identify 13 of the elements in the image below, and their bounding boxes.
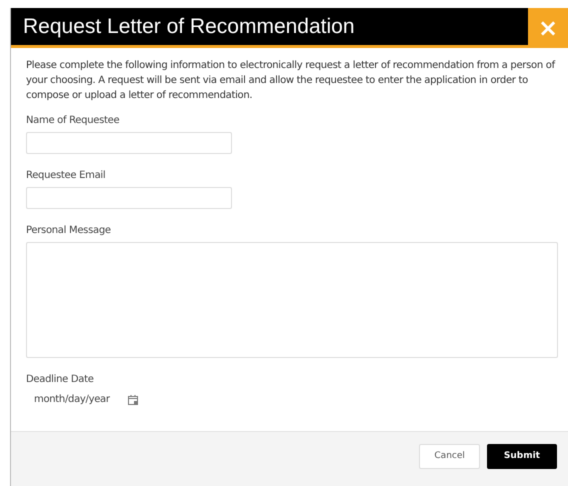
intro-paragraph: Please complete the following information to electronically request a letter of recommendation from a person of your choosing. A request will be sent via email and allow the requestee to enter the application in order to compose or upload a letter of recommendation. bbox=[26, 59, 556, 103]
text-field[interactable] bbox=[26, 132, 232, 154]
field-label: Requestee Email bbox=[26, 170, 106, 181]
cancel-button[interactable]: Cancel bbox=[419, 444, 480, 468]
calendar-icon[interactable] bbox=[128, 394, 138, 404]
date-field[interactable]: month/day/year bbox=[26, 391, 162, 408]
dialog-title: Request Letter of Recommendation bbox=[22, 14, 356, 40]
submit-button[interactable]: Submit bbox=[486, 444, 557, 468]
field-label: Deadline Date bbox=[26, 374, 95, 385]
field-label: Name of Requestee bbox=[26, 115, 120, 126]
text-field[interactable] bbox=[26, 187, 232, 209]
field-label: Personal Message bbox=[26, 225, 112, 236]
message-field[interactable] bbox=[26, 242, 558, 358]
